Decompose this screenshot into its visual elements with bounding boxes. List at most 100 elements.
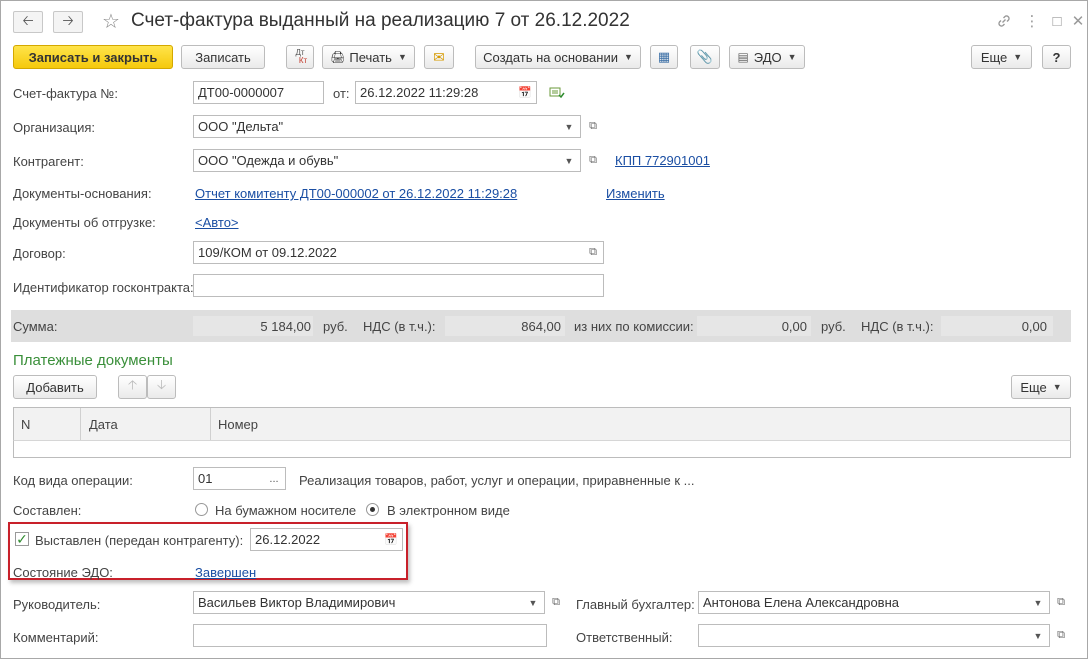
envelope-icon: ✉ bbox=[433, 48, 445, 65]
radio-paper[interactable] bbox=[195, 503, 208, 516]
responsible-open-button[interactable]: ⧉ bbox=[1051, 624, 1071, 647]
operation-code-select-button[interactable]: ... bbox=[263, 467, 286, 490]
issued-label[interactable]: Выставлен (передан контрагенту): bbox=[35, 533, 243, 548]
back-button[interactable]: 🡠 bbox=[13, 11, 43, 33]
contractor-label: Контрагент: bbox=[13, 154, 84, 169]
chevron-down-icon: ▼ bbox=[623, 52, 633, 62]
save-and-close-button[interactable]: Записать и закрыть bbox=[13, 45, 173, 69]
change-link[interactable]: Изменить bbox=[606, 186, 665, 201]
more-button[interactable]: Еще ▼ bbox=[971, 45, 1032, 69]
attach-button[interactable]: 📎 bbox=[690, 45, 720, 69]
vat-value-2: 0,00 bbox=[1021, 319, 1047, 334]
contract-field[interactable]: 109/КОМ от 09.12.2022 bbox=[193, 241, 604, 264]
organization-field[interactable]: ООО "Дельта" bbox=[193, 115, 559, 138]
gov-contract-id-field[interactable] bbox=[193, 274, 604, 297]
column-separator bbox=[80, 408, 81, 440]
issued-checkbox[interactable]: ✓ bbox=[15, 532, 29, 546]
dt-kt-button[interactable]: Дт Кт bbox=[286, 45, 314, 69]
chevron-down-icon: ▼ bbox=[397, 52, 407, 62]
edo-button[interactable]: ▤ ЭДО ▼ bbox=[729, 45, 805, 69]
contractor-dropdown-button[interactable]: ▼ bbox=[558, 149, 581, 172]
chief-accountant-dropdown-button[interactable]: ▼ bbox=[1027, 591, 1050, 614]
shipment-documents-link[interactable]: <Авто> bbox=[195, 215, 239, 230]
operation-code-label: Код вида операции: bbox=[13, 473, 133, 488]
gov-contract-id-label: Идентификатор госконтракта: bbox=[13, 280, 194, 295]
document-status-icon[interactable] bbox=[549, 86, 565, 100]
radio-electronic-label[interactable]: В электронном виде bbox=[387, 503, 510, 518]
chevron-down-icon: ▼ bbox=[1013, 52, 1023, 62]
more-vertical-icon[interactable]: ⋮ bbox=[1021, 10, 1043, 32]
calendar-button[interactable]: 📅 bbox=[514, 81, 537, 104]
save-button[interactable]: Записать bbox=[181, 45, 265, 69]
commission-value: 0,00 bbox=[781, 319, 807, 334]
responsible-field[interactable] bbox=[698, 624, 1028, 647]
help-button[interactable]: ? bbox=[1042, 45, 1071, 69]
column-header-number[interactable]: Номер bbox=[218, 417, 258, 432]
issued-date-field[interactable]: 26.12.2022 bbox=[250, 528, 381, 551]
radio-electronic[interactable] bbox=[366, 503, 379, 516]
edo-label: ЭДО bbox=[753, 49, 782, 65]
open-form-icon: ⧉ bbox=[1057, 629, 1065, 641]
chief-accountant-field[interactable]: Антонова Елена Александровна bbox=[698, 591, 1028, 614]
create-based-label: Создать на основании bbox=[483, 49, 618, 65]
radio-paper-label[interactable]: На бумажном носителе bbox=[215, 503, 356, 518]
payments-more-button[interactable]: Еще ▼ bbox=[1011, 375, 1071, 399]
director-open-button[interactable]: ⧉ bbox=[546, 591, 566, 614]
chief-accountant-open-button[interactable]: ⧉ bbox=[1051, 591, 1071, 614]
more-label: Еще bbox=[980, 49, 1008, 65]
close-icon[interactable]: ✕ bbox=[1067, 10, 1088, 32]
kt-label: Кт bbox=[298, 56, 308, 65]
column-header-date[interactable]: Дата bbox=[89, 417, 118, 432]
document-window: 🡠 🡢 ☆ Счет-фактура выданный на реализаци… bbox=[0, 0, 1088, 659]
date-field[interactable]: 26.12.2022 11:29:28 bbox=[355, 81, 515, 104]
base-documents-link[interactable]: Отчет комитенту ДТ00-000002 от 26.12.202… bbox=[195, 186, 517, 201]
print-button[interactable]: 🖨 Печать ▼ bbox=[322, 45, 415, 69]
calendar-icon: 📅 bbox=[518, 87, 532, 99]
operation-code-description: Реализация товаров, работ, услуг и опера… bbox=[299, 473, 695, 488]
arrow-left-icon: 🡠 bbox=[22, 12, 34, 28]
open-form-icon: ⧉ bbox=[589, 120, 597, 132]
add-payment-button[interactable]: Добавить bbox=[13, 375, 97, 399]
contractor-open-button[interactable]: ⧉ bbox=[583, 149, 603, 172]
sum-label: Сумма: bbox=[13, 319, 58, 334]
invoice-no-field[interactable]: ДТ00-0000007 bbox=[193, 81, 324, 104]
kpp-link[interactable]: КПП 772901001 bbox=[615, 153, 710, 168]
chevron-down-icon: ▼ bbox=[1033, 630, 1043, 641]
calendar-icon: 📅 bbox=[384, 534, 398, 546]
email-button[interactable]: ✉ bbox=[424, 45, 454, 69]
edo-icon: ▤ bbox=[737, 50, 749, 64]
edo-state-link[interactable]: Завершен bbox=[195, 565, 256, 580]
maximize-icon[interactable]: □ bbox=[1046, 10, 1068, 32]
contract-open-button[interactable]: ⧉ bbox=[583, 241, 603, 264]
move-up-button[interactable]: 🡡 bbox=[118, 375, 147, 399]
structure-button[interactable]: ▦ bbox=[650, 45, 678, 69]
link-icon[interactable] bbox=[993, 10, 1015, 32]
arrow-up-icon: 🡡 bbox=[127, 377, 138, 392]
payments-table-body[interactable] bbox=[13, 440, 1071, 458]
move-down-button[interactable]: 🡣 bbox=[147, 375, 176, 399]
arrow-down-icon: 🡣 bbox=[156, 377, 167, 392]
chevron-down-icon: ▼ bbox=[528, 597, 538, 608]
vat-value: 864,00 bbox=[521, 319, 561, 334]
page-title: Счет-фактура выданный на реализацию 7 от… bbox=[131, 10, 630, 31]
operation-code-field[interactable]: 01 bbox=[193, 467, 264, 490]
organization-label: Организация: bbox=[13, 120, 96, 135]
comment-field[interactable] bbox=[193, 624, 547, 647]
organization-dropdown-button[interactable]: ▼ bbox=[558, 115, 581, 138]
column-separator bbox=[210, 408, 211, 440]
create-based-on-button[interactable]: Создать на основании ▼ bbox=[475, 45, 641, 69]
vat-label: НДС (в т.ч.): bbox=[363, 319, 436, 334]
base-documents-label: Документы-основания: bbox=[13, 186, 152, 201]
director-field[interactable]: Васильев Виктор Владимирович bbox=[193, 591, 523, 614]
arrow-right-icon: 🡢 bbox=[62, 12, 74, 28]
responsible-dropdown-button[interactable]: ▼ bbox=[1027, 624, 1050, 647]
column-header-n[interactable]: N bbox=[21, 417, 30, 432]
open-form-icon: ⧉ bbox=[589, 154, 597, 166]
shipment-documents-label: Документы об отгрузке: bbox=[13, 215, 156, 230]
issued-calendar-button[interactable]: 📅 bbox=[380, 528, 403, 551]
favorite-star-icon[interactable]: ☆ bbox=[102, 9, 120, 34]
contractor-field[interactable]: ООО "Одежда и обувь" bbox=[193, 149, 559, 172]
organization-open-button[interactable]: ⧉ bbox=[583, 115, 603, 138]
forward-button[interactable]: 🡢 bbox=[53, 11, 83, 33]
director-dropdown-button[interactable]: ▼ bbox=[522, 591, 545, 614]
